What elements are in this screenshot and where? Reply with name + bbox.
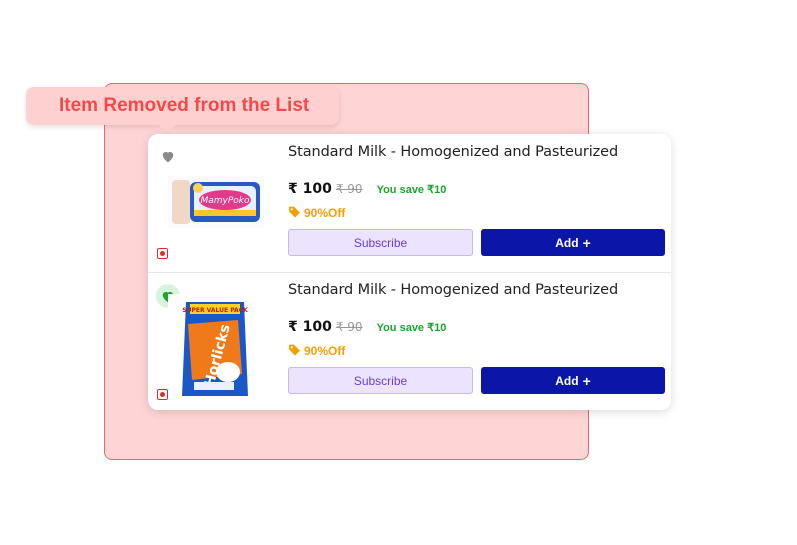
- price: ₹ 100: [288, 319, 332, 335]
- savings-text: You save ₹10: [376, 322, 447, 334]
- veg-indicator-icon: [157, 389, 168, 400]
- add-button[interactable]: Add +: [481, 229, 665, 256]
- savings-text: You save ₹10: [376, 184, 447, 196]
- plus-icon: +: [582, 372, 591, 389]
- subscribe-button[interactable]: Subscribe: [288, 367, 473, 394]
- add-label: Add: [555, 373, 579, 388]
- product-row: SUPER VALUE PACK Horlicks Standard Milk …: [148, 272, 671, 410]
- diaper-pack-image: MamyPoko: [168, 176, 264, 228]
- svg-text:MamyPoko: MamyPoko: [200, 196, 250, 206]
- discount-text: 90%Off: [304, 344, 346, 358]
- price-line: ₹ 100 ₹ 90 You save ₹10: [288, 181, 446, 197]
- product-title: Standard Milk - Homogenized and Pasteuri…: [288, 282, 619, 298]
- heart-outline-icon[interactable]: [157, 145, 179, 167]
- price-line: ₹ 100 ₹ 90 You save ₹10: [288, 319, 446, 335]
- price: ₹ 100: [288, 181, 332, 197]
- discount-badge: 90%Off: [288, 205, 345, 221]
- toast-message: Item Removed from the List: [59, 95, 310, 116]
- add-label: Add: [555, 235, 579, 250]
- horlicks-pack-image: SUPER VALUE PACK Horlicks: [168, 294, 258, 404]
- mrp: ₹ 90: [335, 320, 363, 334]
- tag-icon: [288, 205, 301, 221]
- svg-text:SUPER VALUE PACK: SUPER VALUE PACK: [182, 307, 248, 314]
- tag-icon: [288, 343, 301, 359]
- plus-icon: +: [582, 234, 591, 251]
- mrp: ₹ 90: [335, 182, 363, 196]
- subscribe-button[interactable]: Subscribe: [288, 229, 473, 256]
- removed-toast: Item Removed from the List: [26, 87, 339, 125]
- product-row: MamyPoko Standard Milk - Homogenized and…: [148, 134, 671, 273]
- discount-text: 90%Off: [304, 206, 346, 220]
- add-button[interactable]: Add +: [481, 367, 665, 394]
- discount-badge: 90%Off: [288, 343, 345, 359]
- subscribe-label: Subscribe: [353, 373, 408, 388]
- veg-indicator-icon: [157, 248, 168, 259]
- product-title: Standard Milk - Homogenized and Pasteuri…: [288, 144, 619, 160]
- subscribe-label: Subscribe: [353, 235, 408, 250]
- product-list-card: MamyPoko Standard Milk - Homogenized and…: [148, 134, 671, 410]
